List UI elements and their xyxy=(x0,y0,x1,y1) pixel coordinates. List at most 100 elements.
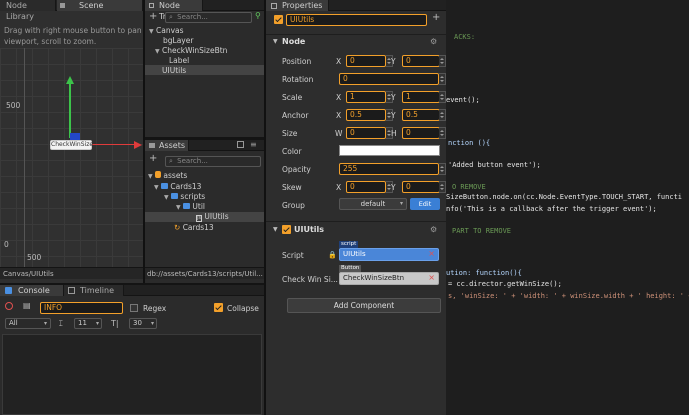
log-level-select[interactable]: All ▾ xyxy=(5,318,51,329)
tab-node-tree[interactable]: Node Tree xyxy=(145,0,203,21)
assets-menu-icon[interactable]: ≡ xyxy=(250,140,257,149)
regex-label: Regex xyxy=(143,304,167,313)
scale-y-input[interactable]: 1 xyxy=(402,91,440,103)
folder-icon xyxy=(183,203,191,209)
add-component-label: Add Component xyxy=(333,301,395,310)
anchor-y-stepper[interactable] xyxy=(439,109,446,121)
component-enabled-checkbox[interactable] xyxy=(282,225,291,234)
assets-search-placeholder: Search... xyxy=(177,157,208,165)
clear-console-icon[interactable] xyxy=(5,302,13,310)
assets-add-icon[interactable]: + xyxy=(149,153,157,164)
skew-x-axis: X xyxy=(336,183,342,192)
scene-node-button[interactable]: CheckWinSize xyxy=(50,140,94,150)
anchor-x-axis: X xyxy=(336,111,342,120)
node-section-title: Node xyxy=(282,37,306,46)
group-select[interactable]: default ▾ xyxy=(339,198,407,210)
properties-tab-icon xyxy=(271,3,277,9)
asset-item-assets[interactable]: ▼ assets xyxy=(148,171,187,180)
timeline-tab-icon xyxy=(68,287,75,294)
assets-tabbar: Assets ≡ xyxy=(145,140,264,151)
tab-timeline[interactable]: Timeline xyxy=(64,285,124,296)
anchor-x-input[interactable]: 0.5 xyxy=(346,109,386,121)
tree-item-canvas[interactable]: ▼ Canvas xyxy=(149,26,184,35)
color-swatch[interactable] xyxy=(339,145,440,156)
skew-y-stepper[interactable] xyxy=(439,181,446,193)
size-h-input[interactable]: 0 xyxy=(402,127,440,139)
opacity-input[interactable]: 255 xyxy=(339,163,439,175)
rotation-input[interactable]: 0 xyxy=(339,73,439,85)
position-y-stepper[interactable] xyxy=(439,55,446,67)
console-filter-input[interactable]: INFO xyxy=(40,302,123,314)
open-log-icon[interactable]: ▤ xyxy=(23,301,31,310)
asset-item-cards13-folder[interactable]: ▼ Cards13 xyxy=(154,182,201,191)
assets-window-icon[interactable] xyxy=(237,141,244,148)
size-w-input[interactable]: 0 xyxy=(346,127,386,139)
tab-console[interactable]: Console xyxy=(0,285,64,296)
console-log-area[interactable] xyxy=(2,334,262,415)
collapse-checkbox[interactable] xyxy=(214,303,223,312)
link-icon[interactable]: ⚲ xyxy=(255,11,261,20)
asset-item-uiutils[interactable]: js UIUtils xyxy=(196,212,229,222)
gizmo-y-axis[interactable] xyxy=(69,84,71,138)
position-y-input[interactable]: 0 xyxy=(402,55,440,67)
skew-y-input[interactable]: 0 xyxy=(402,181,440,193)
scale-x-axis: X xyxy=(336,93,342,102)
scene-node-label: CheckWinSize xyxy=(51,141,94,148)
size-h-stepper[interactable] xyxy=(439,127,446,139)
scale-y-stepper[interactable] xyxy=(439,91,446,103)
node-tree-search-placeholder: Search... xyxy=(177,13,208,21)
opacity-stepper[interactable] xyxy=(439,163,446,175)
group-edit-button[interactable]: Edit xyxy=(410,198,440,210)
tab-properties[interactable]: Properties xyxy=(266,0,329,11)
rotation-stepper[interactable] xyxy=(439,73,446,85)
tree-item-label[interactable]: Label xyxy=(169,56,189,65)
tab-node-library[interactable]: Node Library xyxy=(0,0,56,21)
add-property-icon[interactable]: + xyxy=(432,12,440,23)
asset-item-cards13-scene[interactable]: ↻ Cards13 xyxy=(174,223,214,232)
gear-icon[interactable]: ⚙ xyxy=(430,37,437,46)
font-size-select[interactable]: 11 ▾ xyxy=(74,318,102,329)
node-tree-search-input[interactable]: ⌕ Search... xyxy=(165,12,252,23)
gear-icon[interactable]: ⚙ xyxy=(430,225,437,234)
node-tree-add-icon[interactable]: + xyxy=(149,11,157,22)
assets-search-input[interactable]: ⌕ Search... xyxy=(165,156,261,167)
node-name-input[interactable]: UIUtils xyxy=(286,14,427,26)
line-count-select[interactable]: 30 ▾ xyxy=(129,318,157,329)
tree-item-bglayer[interactable]: bgLayer xyxy=(163,36,193,45)
code-line: ution: function(){ xyxy=(446,269,522,277)
position-x-input[interactable]: 0 xyxy=(346,55,386,67)
color-label: Color xyxy=(282,147,302,156)
asset-item-cards13-label: Cards13 xyxy=(170,182,202,191)
script-field[interactable]: script UIUtils × xyxy=(339,241,439,261)
add-component-button[interactable]: Add Component xyxy=(287,298,441,313)
size-w-axis: W xyxy=(335,129,343,138)
expand-arrow-icon: ▼ xyxy=(155,48,160,55)
anchor-y-input[interactable]: 0.5 xyxy=(402,109,440,121)
close-icon[interactable]: × xyxy=(428,249,435,258)
search-icon: ⌕ xyxy=(169,13,173,21)
node-section-header[interactable]: ▼ Node ⚙ xyxy=(266,34,446,48)
component-section-header[interactable]: ▼ UIUtils ⚙ xyxy=(266,221,446,235)
tree-item-uiutils[interactable]: UIUtils xyxy=(162,66,186,75)
check-win-size-field[interactable]: Button CheckWinSizeBtn × xyxy=(339,265,439,285)
skew-x-input[interactable]: 0 xyxy=(346,181,386,193)
asset-item-scripts[interactable]: ▼ scripts xyxy=(164,192,205,201)
code-editor[interactable]: ACKS: event(); nction (){ 'Added button … xyxy=(446,0,689,415)
skew-y-value: 0 xyxy=(406,182,411,191)
tab-scene[interactable]: Scene xyxy=(57,0,143,11)
tab-scene-label: Scene xyxy=(79,1,104,10)
code-line: 'Added button event'); xyxy=(448,161,541,169)
console-tab-icon xyxy=(5,287,12,294)
scale-x-input[interactable]: 1 xyxy=(346,91,386,103)
chevron-down-icon: ▾ xyxy=(150,320,154,327)
asset-item-assets-label: assets xyxy=(163,171,188,180)
close-icon[interactable]: × xyxy=(428,273,435,282)
scene-footer: Canvas/UIUtils xyxy=(0,267,143,279)
node-active-checkbox[interactable] xyxy=(274,15,283,24)
asset-item-util[interactable]: ▼ Util xyxy=(176,202,205,211)
regex-checkbox[interactable] xyxy=(130,304,138,312)
tab-assets[interactable]: Assets xyxy=(145,140,189,151)
script-badge: script xyxy=(339,241,359,248)
tree-item-checkwinsizebtn[interactable]: ▼ CheckWinSizeBtn xyxy=(155,46,227,55)
gizmo-x-arrow xyxy=(134,141,142,149)
